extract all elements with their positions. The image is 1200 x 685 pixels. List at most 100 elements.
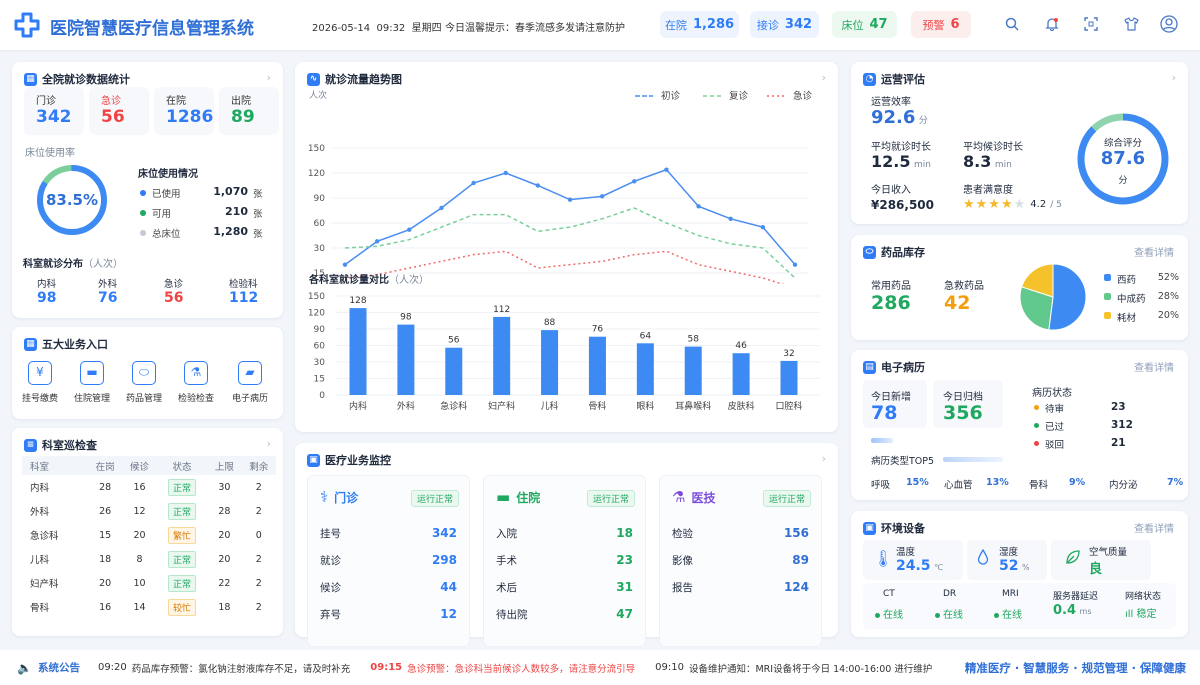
y-tick-label: 120 — [308, 309, 325, 319]
legend-value: 20% — [1157, 310, 1179, 321]
table-cell: 内科 — [30, 483, 50, 494]
speaker-icon: 🔈 — [17, 660, 32, 675]
monitor-icon: ▣ — [307, 453, 320, 467]
emr-status-title: 病历状态 — [1032, 388, 1072, 399]
service-3-button[interactable]: ⚗ 检验检查 — [170, 357, 222, 409]
table-row[interactable]: 妇产科 20 10 正常 22 2 — [22, 571, 276, 595]
bar — [588, 336, 606, 395]
chevron-right-icon[interactable]: › — [822, 71, 826, 84]
chevron-right-icon[interactable]: › — [267, 437, 271, 450]
y-tick-label: 120 — [308, 169, 325, 179]
notice-3[interactable]: 设备维护通知：MRI设备将于今日 14:00-16:00 进行维护 — [689, 661, 932, 675]
series-point — [632, 179, 637, 184]
bar — [541, 330, 559, 395]
table-row[interactable]: 急诊科 15 20 繁忙 20 0 — [22, 523, 276, 547]
device-value: 在线 — [883, 610, 903, 621]
legend-label: 复诊 — [729, 90, 749, 102]
series-point — [567, 197, 573, 202]
service-4-button[interactable]: ▰ 电子病历 — [224, 357, 276, 409]
notice-2[interactable]: 急诊预警：急诊科当前候诊人数较多，请注意分流引导 — [407, 661, 635, 675]
signal-icon: ıll — [1125, 609, 1134, 620]
table-cell: 28 — [99, 481, 112, 493]
stat-box-1[interactable]: 急诊 56 — [89, 87, 149, 135]
chevron-right-icon[interactable]: › — [1172, 71, 1176, 84]
biz-row: 入院 18 — [496, 526, 633, 541]
service-1-button[interactable]: ▬ 住院管理 — [66, 357, 118, 409]
status-badge: 繁忙 — [167, 526, 196, 544]
composite-score-ring: 综合评分 87.6 分 — [1075, 111, 1171, 207]
device-value: 在线 — [943, 610, 963, 621]
biz-row-value: 342 — [431, 526, 457, 540]
document-icon: ▤ — [863, 360, 876, 374]
stat-box-2[interactable]: 在院 1286 — [154, 87, 214, 135]
table-header: 剩余 — [241, 456, 276, 475]
latency-label: 服务器延迟 — [1053, 592, 1099, 602]
emr-top-title: 病历类型TOP5 — [871, 456, 935, 467]
biz-row-label: 检验 — [672, 528, 693, 540]
table-cell: 18 — [99, 553, 112, 565]
service-0-button[interactable]: ¥ 挂号缴费 — [14, 357, 66, 409]
biz-col-0[interactable]: ⚕ 门诊 运行正常 挂号 342 就诊 298 候诊 44 弃号 12 — [307, 475, 470, 647]
table-cell: 0 — [255, 529, 262, 541]
bed-item-unit: 张 — [253, 229, 263, 240]
avg-visit-label: 平均就诊时长 — [871, 142, 931, 153]
service-2-button[interactable]: ⬭ 药品管理 — [118, 357, 170, 409]
emr-done-value: 356 — [943, 402, 983, 424]
emr-top-value: 9% — [1069, 477, 1086, 488]
header-datetime: 2026-05-14 09:32 星期四 — [312, 23, 442, 34]
dept-dist-title-text: 科室就诊分布 — [23, 259, 83, 270]
header-chip-0[interactable]: 在院 1,286 — [660, 11, 739, 38]
stat-value: 56 — [101, 107, 125, 127]
table-row[interactable]: 内科 28 16 正常 30 2 — [22, 475, 276, 499]
header-chip-1[interactable]: 接诊 342 — [750, 11, 819, 38]
latency-unit: ms — [1079, 607, 1092, 616]
header-chip-2[interactable]: 床位 47 — [832, 11, 897, 38]
user-avatar-icon[interactable] — [1157, 12, 1181, 36]
biz-col-1[interactable]: ▬ 住院 运行正常 入院 18 手术 23 术后 31 待出院 47 — [483, 475, 646, 647]
status-dot — [1034, 423, 1039, 428]
series-point — [342, 262, 348, 267]
chevron-right-icon[interactable]: › — [267, 71, 271, 84]
table-header: 上限 — [207, 456, 242, 475]
device-status: 在线 — [875, 606, 903, 621]
patrol-title: 科室巡检查 — [42, 439, 97, 452]
env-more-link[interactable]: 查看详情 — [1134, 520, 1174, 535]
table-row[interactable]: 儿科 18 8 正常 20 2 — [22, 547, 276, 571]
ops-eff-unit: 分 — [918, 116, 928, 126]
status-badge: 正常 — [167, 478, 196, 496]
header-chip-3[interactable]: 预警 6 — [911, 11, 971, 38]
biz-row-label: 入院 — [496, 528, 517, 540]
notice-1[interactable]: 药品库存预警：氯化钠注射液库存不足，请及时补充 — [132, 661, 351, 675]
emr-more-link[interactable]: 查看详情 — [1134, 359, 1174, 374]
bed-info-title: 床位使用情况 — [138, 169, 198, 180]
status-dot — [1034, 405, 1039, 410]
stat-box-3[interactable]: 出院 89 — [219, 87, 279, 135]
biz-col-2[interactable]: ⚗ 医技 运行正常 检验 156 影像 89 报告 124 — [659, 475, 822, 647]
table-header: 在岗 — [87, 456, 123, 475]
table-cell: 妇产科 — [30, 579, 59, 590]
legend-swatch — [1104, 312, 1111, 319]
bell-icon[interactable] — [1040, 12, 1064, 36]
series-point — [535, 183, 541, 188]
emr-new-value: 78 — [871, 402, 898, 424]
table-row[interactable]: 外科 26 12 正常 28 2 — [22, 499, 276, 523]
drug-more-link[interactable]: 查看详情 — [1134, 244, 1174, 259]
legend-value: 52% — [1157, 272, 1179, 283]
biz-status-badge: 运行正常 — [410, 490, 459, 507]
series-line-1 — [344, 207, 796, 279]
bed-rate-ring: 83.5% — [34, 162, 110, 238]
chevron-right-icon[interactable]: › — [822, 452, 826, 465]
emergency-drug-label: 急救药品 — [944, 281, 984, 292]
biz-status-badge: 运行正常 — [762, 490, 811, 507]
theme-shirt-icon[interactable] — [1119, 12, 1143, 36]
biz-col-header: ▬ 住院 — [496, 488, 540, 506]
flask-icon: ⚗ — [672, 488, 686, 506]
stat-box-0[interactable]: 门诊 342 — [24, 87, 84, 135]
search-icon[interactable] — [1000, 12, 1024, 36]
bed-item-label: 已使用 — [152, 189, 181, 200]
biz-status-badge: 运行正常 — [586, 490, 635, 507]
biz-row: 挂号 342 — [320, 526, 457, 541]
avg-visit: 12.5 min — [871, 152, 931, 171]
fullscreen-icon[interactable] — [1079, 12, 1103, 36]
table-row[interactable]: 骨科 16 14 较忙 18 2 — [22, 595, 276, 619]
